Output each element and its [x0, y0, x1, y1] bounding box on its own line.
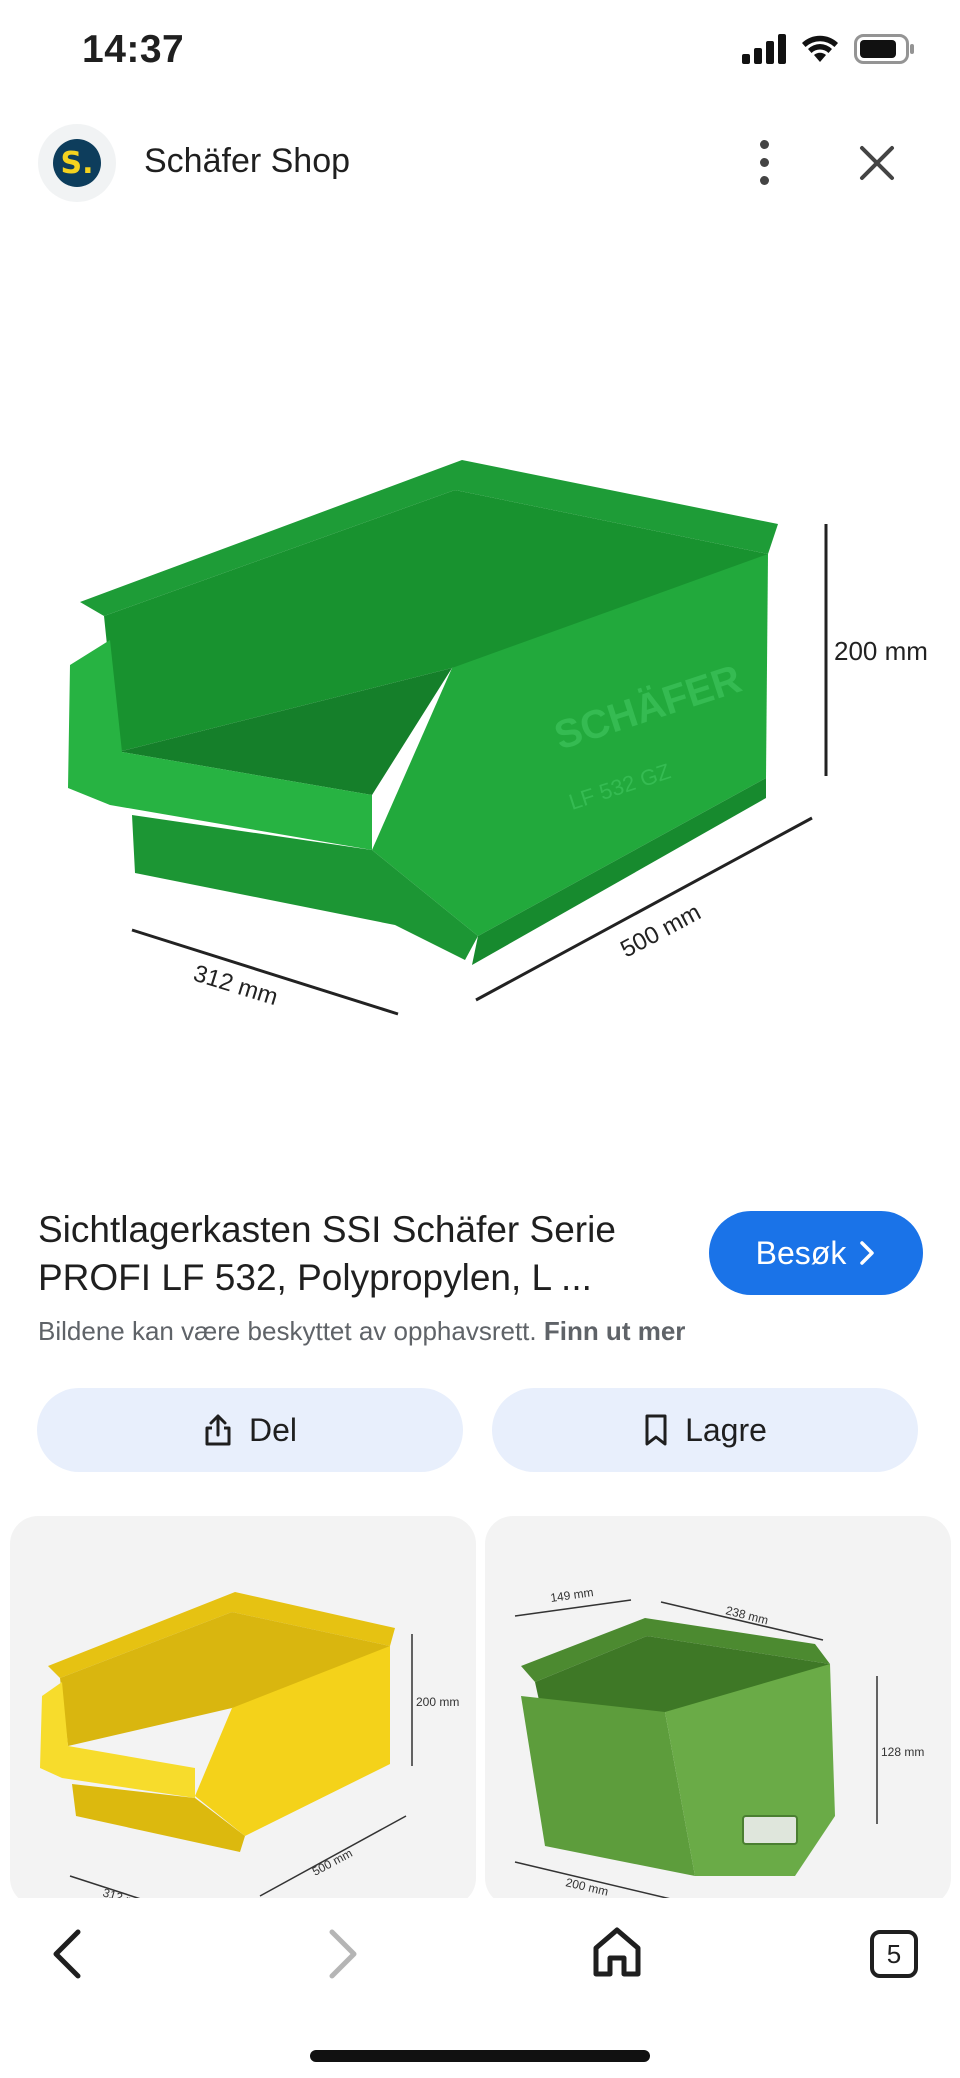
home-icon[interactable] — [590, 1922, 644, 1982]
bottom-dimension-label: 200 mm — [564, 1875, 609, 1898]
save-button[interactable]: Lagre — [492, 1388, 918, 1472]
dot-icon — [759, 175, 769, 185]
schafer-logo-icon: S. — [53, 139, 101, 187]
dot-icon — [759, 139, 769, 149]
more-options-button[interactable] — [744, 132, 784, 192]
yellow-bin-image: 200 mm 500 mm 312 mm — [40, 1592, 459, 1906]
height-dimension-label: 128 mm — [881, 1745, 924, 1759]
top-right-dimension-label: 238 mm — [724, 1603, 769, 1627]
lens-header: S. Schäfer Shop — [0, 118, 960, 208]
related-image-card[interactable]: 149 mm 238 mm 128 mm 200 mm — [485, 1516, 951, 1906]
forward-arrow-icon[interactable] — [318, 1924, 366, 1984]
save-button-label: Lagre — [685, 1411, 767, 1448]
width-dimension-label: 312 mm — [190, 960, 281, 1011]
height-dimension-label: 200 mm — [834, 636, 928, 666]
share-button-label: Del — [248, 1411, 297, 1448]
copyright-notice: Bildene kan være beskyttet av opphavsret… — [38, 1316, 685, 1347]
chevron-right-icon — [860, 1241, 875, 1265]
status-icons — [742, 34, 916, 64]
home-indicator — [310, 2050, 650, 2062]
tabs-button[interactable]: 5 — [870, 1930, 918, 1978]
battery-icon — [854, 34, 914, 64]
olive-bin-image: 149 mm 238 mm 128 mm 200 mm — [514, 1585, 924, 1901]
label-holder — [742, 1815, 798, 1845]
length-dimension-label: 500 mm — [310, 1846, 355, 1879]
close-icon[interactable] — [852, 138, 902, 188]
site-logo[interactable]: S. — [38, 124, 116, 202]
length-dimension-label: 500 mm — [616, 899, 705, 964]
top-left-dimension-label: 149 mm — [549, 1585, 594, 1605]
visit-button[interactable]: Besøk — [709, 1211, 923, 1295]
site-name[interactable]: Schäfer Shop — [144, 142, 350, 181]
share-button[interactable]: Del — [37, 1388, 463, 1472]
related-image-card[interactable]: 200 mm 500 mm 312 mm — [10, 1516, 476, 1906]
dot-icon — [759, 157, 769, 167]
status-bar: 14:37 — [0, 0, 960, 104]
status-time: 14:37 — [82, 28, 185, 71]
bookmark-icon — [645, 1414, 667, 1446]
cellular-signal-icon — [742, 34, 786, 64]
back-arrow-icon[interactable] — [44, 1924, 92, 1984]
wifi-icon — [802, 35, 838, 62]
height-dimension-label: 200 mm — [416, 1695, 459, 1709]
bottom-toolbar: 5 — [0, 1898, 960, 2078]
visit-button-label: Besøk — [755, 1234, 847, 1271]
learn-more-link[interactable]: Finn ut mer — [544, 1316, 686, 1346]
top-left-dimension-line — [514, 1599, 632, 1617]
result-title[interactable]: Sichtlagerkasten SSI Schäfer Serie PROFI… — [38, 1206, 678, 1302]
copyright-text: Bildene kan være beskyttet av opphavsret… — [38, 1316, 537, 1346]
share-icon — [205, 1414, 231, 1446]
product-image[interactable]: SCHÄFER LF 532 GZ 200 mm 500 mm 312 mm — [0, 420, 960, 1040]
